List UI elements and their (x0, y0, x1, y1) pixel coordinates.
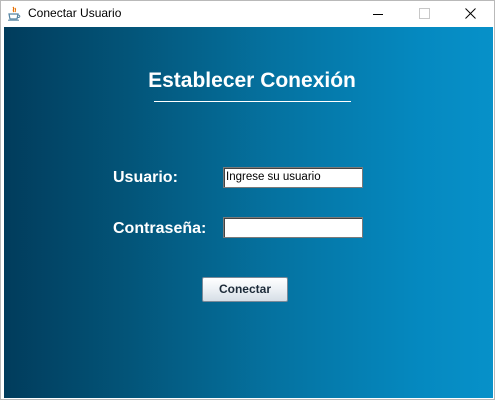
java-cup-icon (7, 6, 21, 21)
username-input[interactable]: Ingrese su usuario (223, 167, 363, 188)
password-label: Contraseña: (113, 220, 207, 237)
form-heading: Establecer Conexión (148, 69, 356, 92)
heading-underline (154, 101, 351, 102)
app-window: Conectar Usuario Establecer Conexión Usu… (0, 0, 495, 400)
maximize-button[interactable] (402, 1, 448, 27)
minimize-icon (373, 14, 383, 15)
username-label: Usuario: (113, 169, 178, 186)
close-icon (465, 8, 476, 19)
title-bar[interactable]: Conectar Usuario (1, 1, 494, 27)
window-title: Conectar Usuario (28, 6, 122, 20)
connect-button[interactable]: Conectar (202, 277, 288, 302)
close-button[interactable] (448, 1, 494, 27)
login-panel: Establecer Conexión Usuario: Ingrese su … (4, 27, 493, 398)
maximize-icon (419, 8, 430, 19)
password-input[interactable] (223, 217, 363, 238)
minimize-button[interactable] (356, 1, 402, 27)
